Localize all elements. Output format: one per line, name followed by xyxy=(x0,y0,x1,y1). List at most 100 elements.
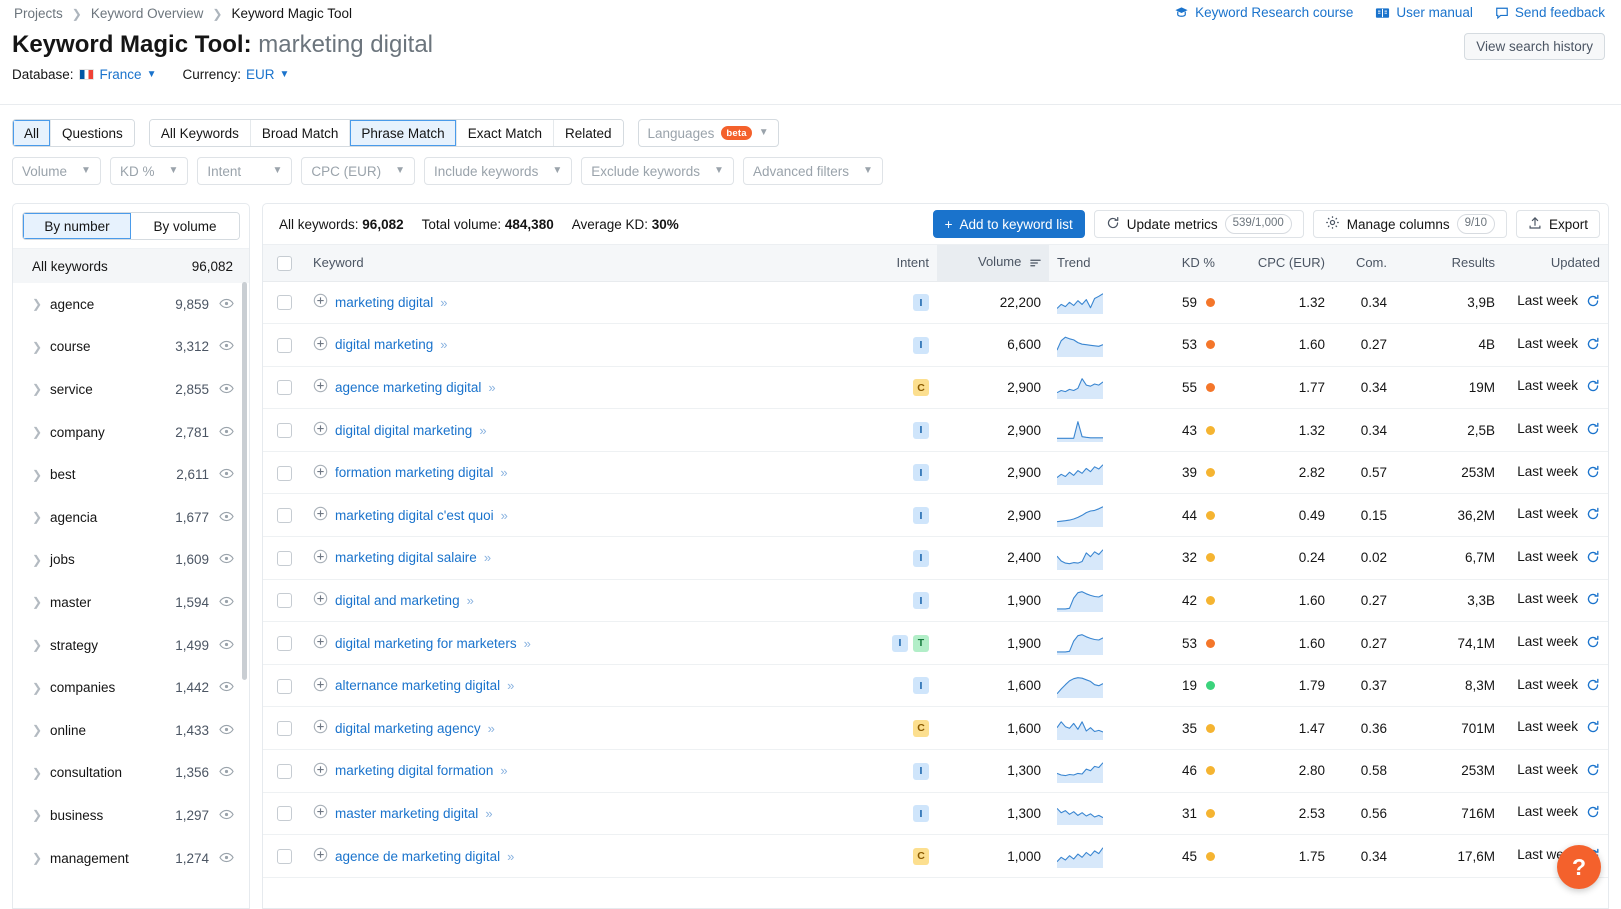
manage-columns-button[interactable]: Manage columns 9/10 xyxy=(1312,210,1507,238)
add-keyword-icon[interactable] xyxy=(313,591,328,609)
currency-selector[interactable]: Currency: EUR ▼ xyxy=(182,67,289,82)
intent-badge-i[interactable]: I xyxy=(913,464,929,482)
add-keyword-icon[interactable] xyxy=(313,634,328,652)
sidebar-item-company[interactable]: ❯ company 2,781 xyxy=(13,410,249,454)
intent-badge-i[interactable]: I xyxy=(913,421,929,439)
eye-icon[interactable] xyxy=(219,680,235,695)
sidebar-item-best[interactable]: ❯ best 2,611 xyxy=(13,453,249,496)
segment-by-number[interactable]: By number xyxy=(23,213,131,239)
chevron-right-icon[interactable]: ❯ xyxy=(32,639,46,651)
currency-value[interactable]: EUR xyxy=(246,67,275,82)
tab-phrase-match[interactable]: Phrase Match xyxy=(350,120,457,146)
add-keyword-icon[interactable] xyxy=(313,464,328,482)
database-value[interactable]: France xyxy=(100,67,142,82)
row-refresh-icon[interactable] xyxy=(1586,550,1600,567)
row-refresh-icon[interactable] xyxy=(1586,465,1600,482)
tab-broad-match[interactable]: Broad Match xyxy=(250,120,351,146)
keyword-expand-icon[interactable]: » xyxy=(467,593,474,608)
intent-badge-c[interactable]: C xyxy=(913,847,929,865)
sidebar-item-agencia[interactable]: ❯ agencia 1,677 xyxy=(13,495,249,539)
intent-badge-i[interactable]: I xyxy=(913,762,929,780)
database-selector[interactable]: Database: France ▼ xyxy=(12,67,156,82)
keyword-expand-icon[interactable]: » xyxy=(440,295,447,310)
table-row[interactable]: agence marketing digital » C 2,900 55 1.77 0.3… xyxy=(263,366,1608,410)
sidebar-item-agence[interactable]: ❯ agence 9,859 xyxy=(13,283,249,326)
eye-icon[interactable] xyxy=(219,467,235,482)
export-button[interactable]: Export xyxy=(1515,210,1600,238)
keyword-expand-icon[interactable]: » xyxy=(488,380,495,395)
eye-icon[interactable] xyxy=(219,808,235,823)
intent-badge-i[interactable]: I xyxy=(913,549,929,567)
keyword-link[interactable]: marketing digital c'est quoi xyxy=(335,508,494,523)
row-checkbox[interactable] xyxy=(276,465,292,481)
add-keyword-icon[interactable] xyxy=(313,804,328,822)
chevron-right-icon[interactable]: ❯ xyxy=(32,511,46,523)
keyword-expand-icon[interactable]: » xyxy=(488,721,495,736)
row-refresh-icon[interactable] xyxy=(1586,635,1600,652)
intent-badge-i[interactable]: I xyxy=(913,677,929,695)
eye-icon[interactable] xyxy=(219,382,235,397)
view-search-history-button[interactable]: View search history xyxy=(1464,33,1605,60)
sidebar-item-jobs[interactable]: ❯ jobs 1,609 xyxy=(13,538,249,582)
sidebar-item-consultation[interactable]: ❯ consultation 1,356 xyxy=(13,751,249,795)
table-row[interactable]: digital digital marketing » I 2,900 43 1.32 0.… xyxy=(263,408,1608,452)
add-keyword-icon[interactable] xyxy=(313,847,328,865)
filter-volume[interactable]: Volume ▼ xyxy=(12,157,101,185)
eye-icon[interactable] xyxy=(219,510,235,525)
keyword-link[interactable]: agence de marketing digital xyxy=(335,849,500,864)
breadcrumb-item-projects[interactable]: Projects xyxy=(14,6,63,21)
add-keyword-icon[interactable] xyxy=(313,336,328,354)
row-refresh-icon[interactable] xyxy=(1586,295,1600,311)
add-keyword-icon[interactable] xyxy=(313,421,328,439)
filter-kd[interactable]: KD % ▼ xyxy=(109,157,189,185)
chevron-right-icon[interactable]: ❯ xyxy=(32,596,46,608)
chevron-right-icon[interactable]: ❯ xyxy=(32,682,46,694)
intent-badge-t[interactable]: T xyxy=(913,634,929,652)
keyword-link[interactable]: agence marketing digital xyxy=(335,380,481,395)
chevron-right-icon[interactable]: ❯ xyxy=(32,852,46,864)
chevron-right-icon[interactable]: ❯ xyxy=(32,298,46,310)
col-kd[interactable]: KD % xyxy=(1135,245,1223,282)
sidebar-item-online[interactable]: ❯ online 1,433 xyxy=(13,708,249,752)
eye-icon[interactable] xyxy=(219,638,235,653)
add-keyword-icon[interactable] xyxy=(313,378,328,396)
row-checkbox[interactable] xyxy=(276,337,292,353)
table-row[interactable]: marketing digital c'est quoi » I 2,900 44 0.4… xyxy=(263,493,1608,538)
add-keyword-icon[interactable] xyxy=(313,506,328,524)
sidebar-item-business[interactable]: ❯ business 1,297 xyxy=(13,794,249,837)
chevron-right-icon[interactable]: ❯ xyxy=(32,426,46,438)
table-row[interactable]: digital marketing for marketers» I T 1,900 5… xyxy=(263,621,1608,665)
row-checkbox[interactable] xyxy=(276,380,292,396)
row-checkbox[interactable] xyxy=(276,678,292,694)
add-to-keyword-list-button[interactable]: + Add to keyword list xyxy=(932,210,1085,238)
keyword-link[interactable]: digital marketing xyxy=(335,337,433,352)
row-refresh-icon[interactable] xyxy=(1586,593,1600,609)
keyword-expand-icon[interactable]: » xyxy=(501,508,508,523)
eye-icon[interactable] xyxy=(219,595,235,610)
table-row[interactable]: alternance marketing digital » I 1,600 19 1.7… xyxy=(263,664,1608,708)
intent-badge-i[interactable]: I xyxy=(913,294,929,312)
chevron-right-icon[interactable]: ❯ xyxy=(32,767,46,779)
table-row[interactable]: formation marketing digital » I 2,900 39 2.82… xyxy=(263,451,1608,495)
row-refresh-icon[interactable] xyxy=(1586,422,1600,439)
row-checkbox[interactable] xyxy=(276,721,292,737)
row-checkbox[interactable] xyxy=(276,763,292,779)
sidebar-item-master[interactable]: ❯ master 1,594 xyxy=(13,581,249,624)
table-row[interactable]: agence de marketing digital » C 1,000 45 1.75… xyxy=(263,834,1608,878)
add-keyword-icon[interactable] xyxy=(313,719,328,737)
filter-intent[interactable]: Intent ▼ xyxy=(197,157,293,185)
col-keyword[interactable]: Keyword xyxy=(305,245,865,282)
keyword-link[interactable]: digital marketing agency xyxy=(335,721,481,736)
keyword-expand-icon[interactable]: » xyxy=(440,337,447,352)
intent-badge-c[interactable]: C xyxy=(913,719,929,737)
col-volume[interactable]: Volume xyxy=(937,245,1049,282)
add-keyword-icon[interactable] xyxy=(313,762,328,780)
eye-icon[interactable] xyxy=(219,425,235,440)
table-row[interactable]: marketing digital salaire » I 2,400 32 0.24 0.… xyxy=(263,536,1608,580)
row-checkbox[interactable] xyxy=(276,295,292,311)
keyword-link[interactable]: master marketing digital xyxy=(335,806,478,821)
sidebar-item-service[interactable]: ❯ service 2,855 xyxy=(13,368,249,411)
languages-dropdown[interactable]: Languages beta ▼ xyxy=(637,119,779,147)
segment-by-volume[interactable]: By volume xyxy=(131,213,239,239)
intent-badge-i[interactable]: I xyxy=(913,336,929,354)
